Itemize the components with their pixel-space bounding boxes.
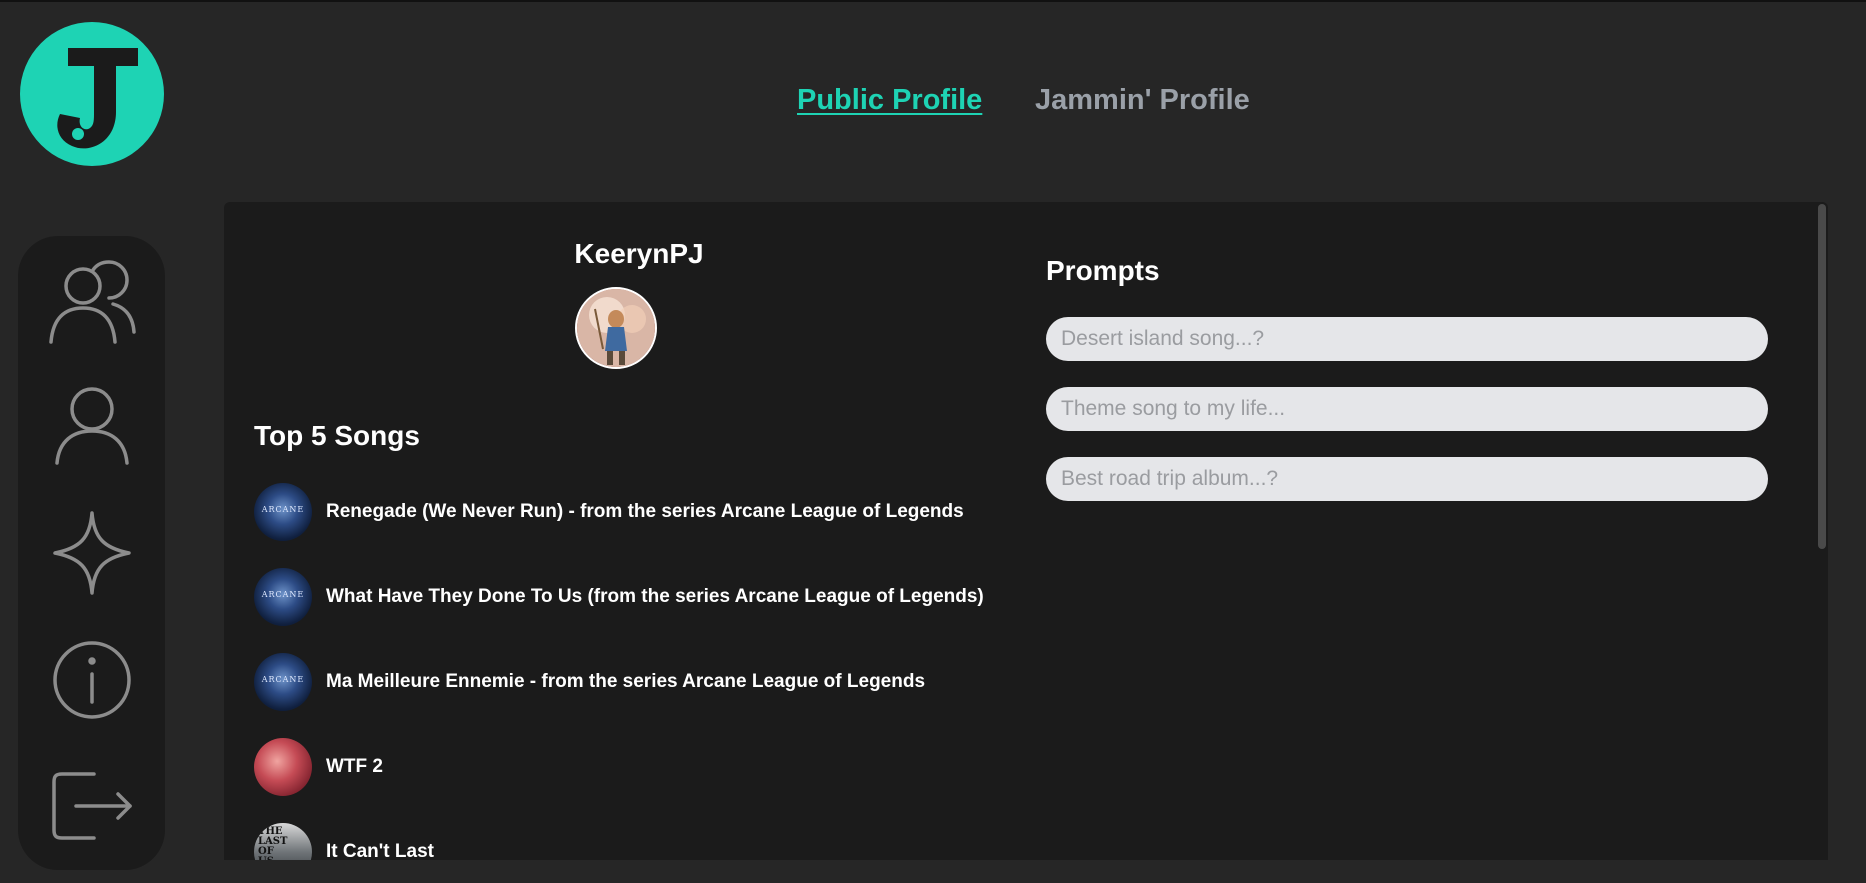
sidebar-item-friends[interactable] bbox=[18, 246, 165, 356]
scrollbar[interactable] bbox=[1816, 202, 1828, 860]
album-art: ARCANE bbox=[254, 653, 312, 711]
song-title: Ma Meilleure Ennemie - from the series A… bbox=[326, 671, 926, 692]
list-item[interactable]: ARCANE Renegade (We Never Run) - from th… bbox=[254, 482, 1014, 542]
tab-public-profile[interactable]: Public Profile bbox=[797, 84, 982, 117]
sidebar-item-info[interactable] bbox=[18, 625, 165, 735]
info-icon bbox=[52, 641, 131, 719]
user-icon bbox=[54, 387, 129, 465]
users-icon bbox=[48, 260, 136, 344]
sidebar-nav bbox=[18, 236, 165, 870]
sidebar-item-discover[interactable] bbox=[18, 498, 165, 608]
album-art-label: THE LAST OF US bbox=[258, 826, 288, 861]
prompt-input-theme-song[interactable] bbox=[1046, 387, 1768, 431]
profile-panel: KeerynPJ Top 5 Songs ARCANE Renegade (We… bbox=[224, 202, 1828, 860]
tab-jammin-profile[interactable]: Jammin' Profile bbox=[1035, 84, 1250, 117]
sidebar-item-profile[interactable] bbox=[18, 371, 165, 481]
avatar[interactable] bbox=[575, 287, 657, 369]
list-item[interactable]: ARCANE Ma Meilleure Ennemie - from the s… bbox=[254, 652, 1014, 712]
sparkle-icon bbox=[52, 511, 131, 595]
top-songs-title: Top 5 Songs bbox=[254, 420, 420, 451]
logout-icon bbox=[51, 772, 132, 840]
album-art: THE LAST OF US bbox=[254, 823, 312, 860]
prompts-title: Prompts bbox=[1046, 255, 1160, 286]
prompt-input-road-trip[interactable] bbox=[1046, 457, 1768, 501]
song-title: It Can't Last bbox=[326, 841, 434, 860]
username: KeerynPJ bbox=[574, 238, 704, 269]
album-art-label: ARCANE bbox=[261, 675, 305, 684]
profile-tabs: Public Profile Jammin' Profile bbox=[0, 84, 1866, 124]
prompt-input-desert-island[interactable] bbox=[1046, 317, 1768, 361]
list-item[interactable]: ARCANE What Have They Done To Us (from t… bbox=[254, 567, 1014, 627]
list-item[interactable]: THE LAST OF US It Can't Last bbox=[254, 822, 1014, 860]
album-art: ARCANE bbox=[254, 568, 312, 626]
album-art-label: ARCANE bbox=[261, 590, 305, 599]
song-title: What Have They Done To Us (from the seri… bbox=[326, 586, 984, 607]
avatar-image bbox=[577, 289, 655, 367]
song-title: Renegade (We Never Run) - from the serie… bbox=[326, 501, 964, 522]
album-art bbox=[254, 738, 312, 796]
album-art: ARCANE bbox=[254, 483, 312, 541]
list-item[interactable]: WTF 2 bbox=[254, 737, 1014, 797]
album-art-label: ARCANE bbox=[261, 505, 305, 514]
sidebar-item-logout[interactable] bbox=[18, 751, 165, 861]
window-top-border bbox=[0, 0, 1866, 2]
song-title: WTF 2 bbox=[326, 756, 383, 777]
scrollbar-thumb[interactable] bbox=[1818, 204, 1826, 549]
